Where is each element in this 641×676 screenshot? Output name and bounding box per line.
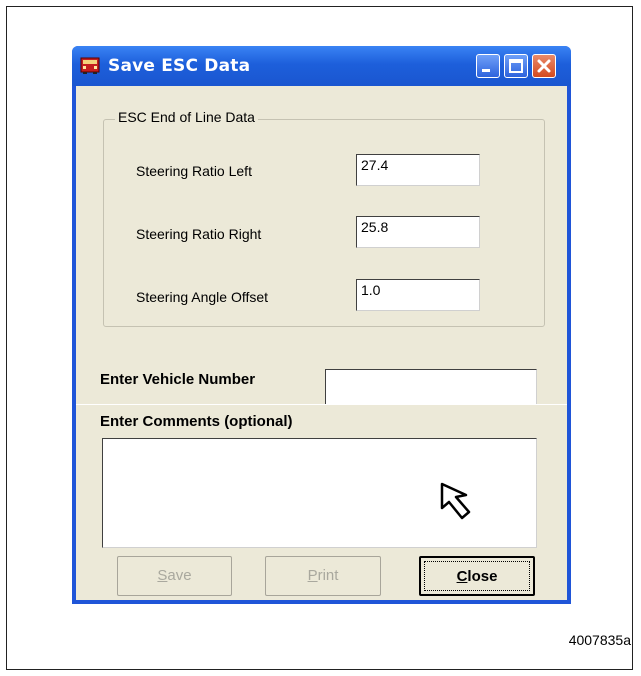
close-icon bbox=[537, 59, 551, 73]
figure-number: 4007835a bbox=[568, 632, 631, 648]
dialog-body: ESC End of Line Data Steering Ratio Left… bbox=[76, 86, 567, 600]
save-label-rest: ave bbox=[167, 567, 192, 584]
app-icon bbox=[80, 57, 100, 74]
window-title: Save ESC Data bbox=[108, 56, 251, 76]
save-accel: S bbox=[157, 567, 168, 584]
minimize-icon bbox=[482, 69, 490, 72]
groupbox-title: ESC End of Line Data bbox=[115, 109, 258, 125]
focus-rect bbox=[424, 561, 530, 591]
steering-angle-offset-field[interactable]: 1.0 bbox=[356, 279, 480, 311]
vehicle-number-label: Enter Vehicle Number bbox=[100, 371, 256, 388]
close-window-button[interactable] bbox=[532, 54, 556, 78]
print-accel: P bbox=[307, 567, 318, 584]
comments-label: Enter Comments (optional) bbox=[100, 413, 293, 430]
steering-ratio-left-label: Steering Ratio Left bbox=[136, 163, 252, 179]
steering-angle-offset-label: Steering Angle Offset bbox=[136, 289, 269, 305]
maximize-button[interactable] bbox=[504, 54, 528, 78]
save-esc-data-window: Save ESC Data ESC End of Line Data Steer… bbox=[72, 46, 571, 604]
print-button[interactable]: Print bbox=[265, 556, 381, 596]
vehicle-number-input[interactable] bbox=[325, 369, 537, 405]
steering-ratio-right-field[interactable]: 25.8 bbox=[356, 216, 480, 248]
cursor-arrow-icon bbox=[440, 482, 471, 520]
print-label-rest: rint bbox=[317, 567, 339, 584]
separator bbox=[76, 404, 567, 405]
steering-ratio-left-field[interactable]: 27.4 bbox=[356, 154, 480, 186]
maximize-icon bbox=[509, 59, 523, 73]
title-bar[interactable]: Save ESC Data bbox=[72, 46, 571, 86]
minimize-button[interactable] bbox=[476, 54, 500, 78]
close-button[interactable]: Close bbox=[419, 556, 535, 596]
save-button[interactable]: Save bbox=[117, 556, 232, 596]
steering-ratio-right-label: Steering Ratio Right bbox=[136, 226, 262, 242]
